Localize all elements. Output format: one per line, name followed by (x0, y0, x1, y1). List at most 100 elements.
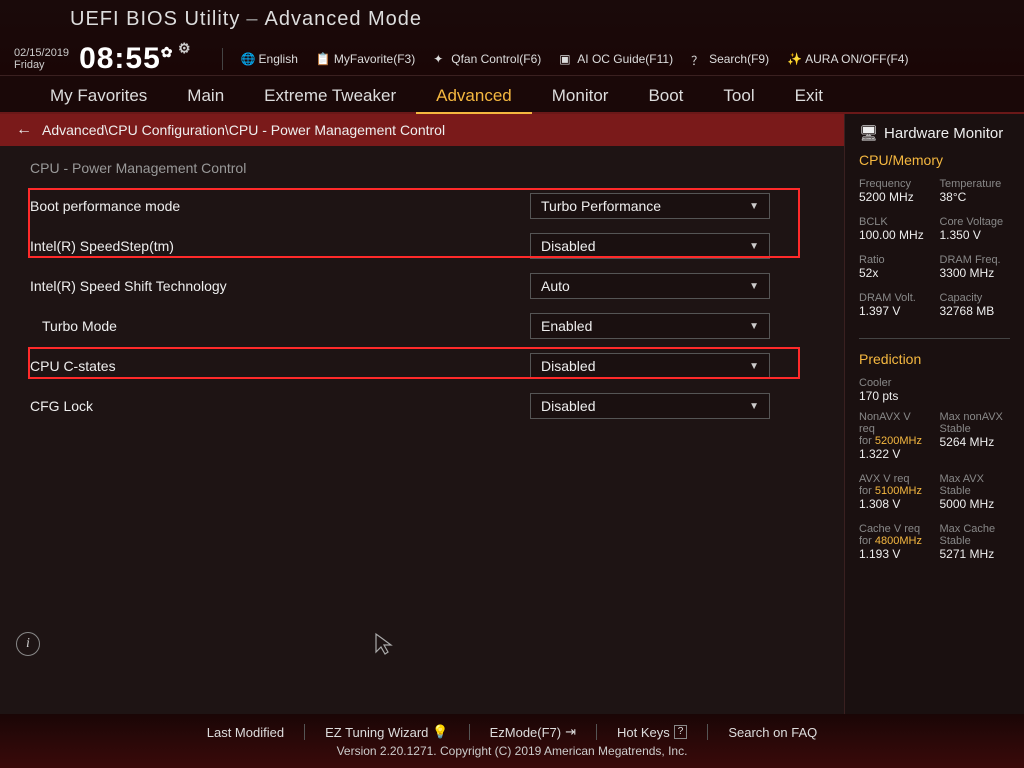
cpu-memory-heading: CPU/Memory (859, 152, 1010, 168)
title-separator: – (246, 8, 258, 30)
aioc-button[interactable]: ▣AI OC Guide(F11) (559, 52, 673, 66)
ratio-value: 52x (859, 266, 930, 280)
setting-cpu-cstates: CPU C-states Disabled▼ (30, 346, 814, 386)
setting-label: CPU C-states (30, 358, 530, 374)
divider (469, 724, 470, 740)
select-speedstep[interactable]: Disabled ▼ (530, 233, 770, 259)
myfavorite-label: MyFavorite(F3) (334, 52, 415, 66)
language-selector[interactable]: 🌐English (241, 52, 298, 66)
dram-volt-value: 1.397 V (859, 304, 930, 318)
select-cpu-cstates[interactable]: Disabled▼ (530, 353, 770, 379)
select-value: Disabled (541, 238, 595, 254)
cache-label: Cache V reqfor 4800MHz (859, 523, 930, 547)
setting-label: Intel(R) Speed Shift Technology (30, 278, 530, 294)
title-part-b: Advanced Mode (264, 8, 422, 30)
back-arrow-icon[interactable]: ← (16, 121, 32, 139)
tab-monitor[interactable]: Monitor (532, 78, 629, 112)
last-modified-button[interactable]: Last Modified (207, 725, 284, 740)
maxavx-value: 5000 MHz (940, 497, 1011, 511)
core-voltage-label: Core Voltage (940, 216, 1011, 228)
tab-bar: My Favorites Main Extreme Tweaker Advanc… (0, 76, 1024, 114)
ez-tuning-label: EZ Tuning Wizard (325, 725, 428, 740)
maxnonavx-value: 5264 MHz (940, 435, 1011, 449)
gear-icon[interactable]: ⚙ (178, 40, 192, 57)
select-value: Turbo Performance (541, 198, 661, 214)
cooler-label: Cooler (859, 377, 1010, 389)
hotkeys-label: Hot Keys (617, 725, 670, 740)
avx-value: 1.308 V (859, 497, 930, 511)
select-value: Enabled (541, 318, 592, 334)
setting-boot-performance: Boot performance mode Turbo Performance▼ (30, 186, 814, 226)
cpu-memory-grid: Frequency5200 MHz Temperature38°C BCLK10… (859, 178, 1010, 326)
clock-time: 08:55 (79, 42, 161, 75)
search-faq-button[interactable]: Search on FAQ (728, 725, 817, 740)
select-speedshift[interactable]: Auto▼ (530, 273, 770, 299)
breadcrumb-path: Advanced\CPU Configuration\CPU - Power M… (42, 122, 445, 138)
settings-list: Boot performance mode Turbo Performance▼… (0, 186, 844, 426)
maxcache-label: Max CacheStable (940, 523, 1011, 547)
list-icon: 📋 (316, 52, 330, 66)
fan-icon: ✦ (433, 52, 447, 66)
hotkeys-button[interactable]: Hot Keys ? (617, 725, 687, 740)
chevron-down-icon: ▼ (749, 241, 759, 252)
globe-icon: 🌐 (241, 52, 255, 66)
aura-icon: ✨ (787, 52, 801, 66)
tab-my-favorites[interactable]: My Favorites (30, 78, 167, 112)
aura-button[interactable]: ✨ AURA ON/OFF(F4) (787, 52, 908, 66)
tab-main[interactable]: Main (167, 78, 244, 112)
search-label: Search(F9) (709, 52, 769, 66)
info-icon[interactable]: i (16, 632, 40, 656)
hardware-monitor-sidebar: 🖥Hardware Monitor CPU/Memory Frequency52… (844, 114, 1024, 714)
divider (859, 338, 1010, 339)
question-icon: ? (674, 725, 688, 739)
dram-volt-label: DRAM Volt. (859, 292, 930, 304)
date-day: Friday (14, 59, 69, 71)
setting-label: Turbo Mode (30, 318, 530, 334)
bulb-icon: 💡 (432, 724, 448, 740)
footer: Last Modified EZ Tuning Wizard 💡 EzMode(… (0, 714, 1024, 768)
select-value: Disabled (541, 398, 595, 414)
avx-label: AVX V reqfor 5100MHz (859, 473, 930, 497)
select-boot-performance[interactable]: Turbo Performance ▼ (530, 193, 770, 219)
myfavorite-button[interactable]: 📋 MyFavorite(F3) (316, 52, 415, 66)
sidebar-header: 🖥Hardware Monitor (859, 124, 1010, 142)
freq-label: Frequency (859, 178, 930, 190)
date-full: 02/15/2019 (14, 47, 69, 59)
chevron-down-icon: ▼ (749, 201, 759, 212)
tab-advanced[interactable]: Advanced (416, 78, 532, 114)
setting-cfg-lock: CFG Lock Disabled ▼ (30, 386, 814, 426)
copyright-text: Version 2.20.1271. Copyright (C) 2019 Am… (337, 744, 688, 758)
tab-extreme-tweaker[interactable]: Extreme Tweaker (244, 78, 416, 112)
tab-tool[interactable]: Tool (703, 78, 774, 112)
prediction-heading: Prediction (859, 351, 1010, 367)
chevron-down-icon: ▼ (749, 401, 759, 412)
capacity-label: Capacity (940, 292, 1011, 304)
search-button[interactable]: ？Search(F9) (691, 52, 769, 66)
aura-label: AURA ON/OFF(F4) (805, 52, 908, 66)
sidebar-title: Hardware Monitor (884, 125, 1003, 142)
prediction-grid: NonAVX V reqfor 5200MHz1.322 V Max nonAV… (859, 411, 1010, 569)
tab-boot[interactable]: Boot (628, 78, 703, 112)
select-cfg-lock[interactable]: Disabled ▼ (530, 393, 770, 419)
app-title: UEFI BIOS Utility–Advanced Mode (70, 8, 1010, 31)
ratio-label: Ratio (859, 254, 930, 266)
header: UEFI BIOS Utility–Advanced Mode 02/15/20… (0, 0, 1024, 76)
select-turbo-mode[interactable]: Enabled ▼ (530, 313, 770, 339)
freq-value: 5200 MHz (859, 190, 930, 204)
tab-exit[interactable]: Exit (775, 78, 843, 112)
setting-label: CFG Lock (30, 398, 530, 414)
qfan-button[interactable]: ✦Qfan Control(F6) (433, 52, 541, 66)
nonavx-label: NonAVX V reqfor 5200MHz (859, 411, 930, 447)
chevron-down-icon: ▼ (749, 361, 759, 372)
ez-tuning-wizard-button[interactable]: EZ Tuning Wizard 💡 (325, 724, 449, 740)
chevron-down-icon: ▼ (749, 281, 759, 292)
setting-label: Intel(R) SpeedStep(tm) (30, 238, 530, 254)
ezmode-button[interactable]: EzMode(F7)⇥ (490, 724, 576, 740)
capacity-value: 32768 MB (940, 304, 1011, 318)
bclk-value: 100.00 MHz (859, 228, 930, 242)
setting-turbo-mode: Turbo Mode Enabled ▼ (30, 306, 814, 346)
nonavx-value: 1.322 V (859, 447, 930, 461)
title-part-a: UEFI BIOS Utility (70, 8, 240, 30)
chevron-down-icon: ▼ (749, 321, 759, 332)
maxnonavx-label: Max nonAVXStable (940, 411, 1011, 435)
